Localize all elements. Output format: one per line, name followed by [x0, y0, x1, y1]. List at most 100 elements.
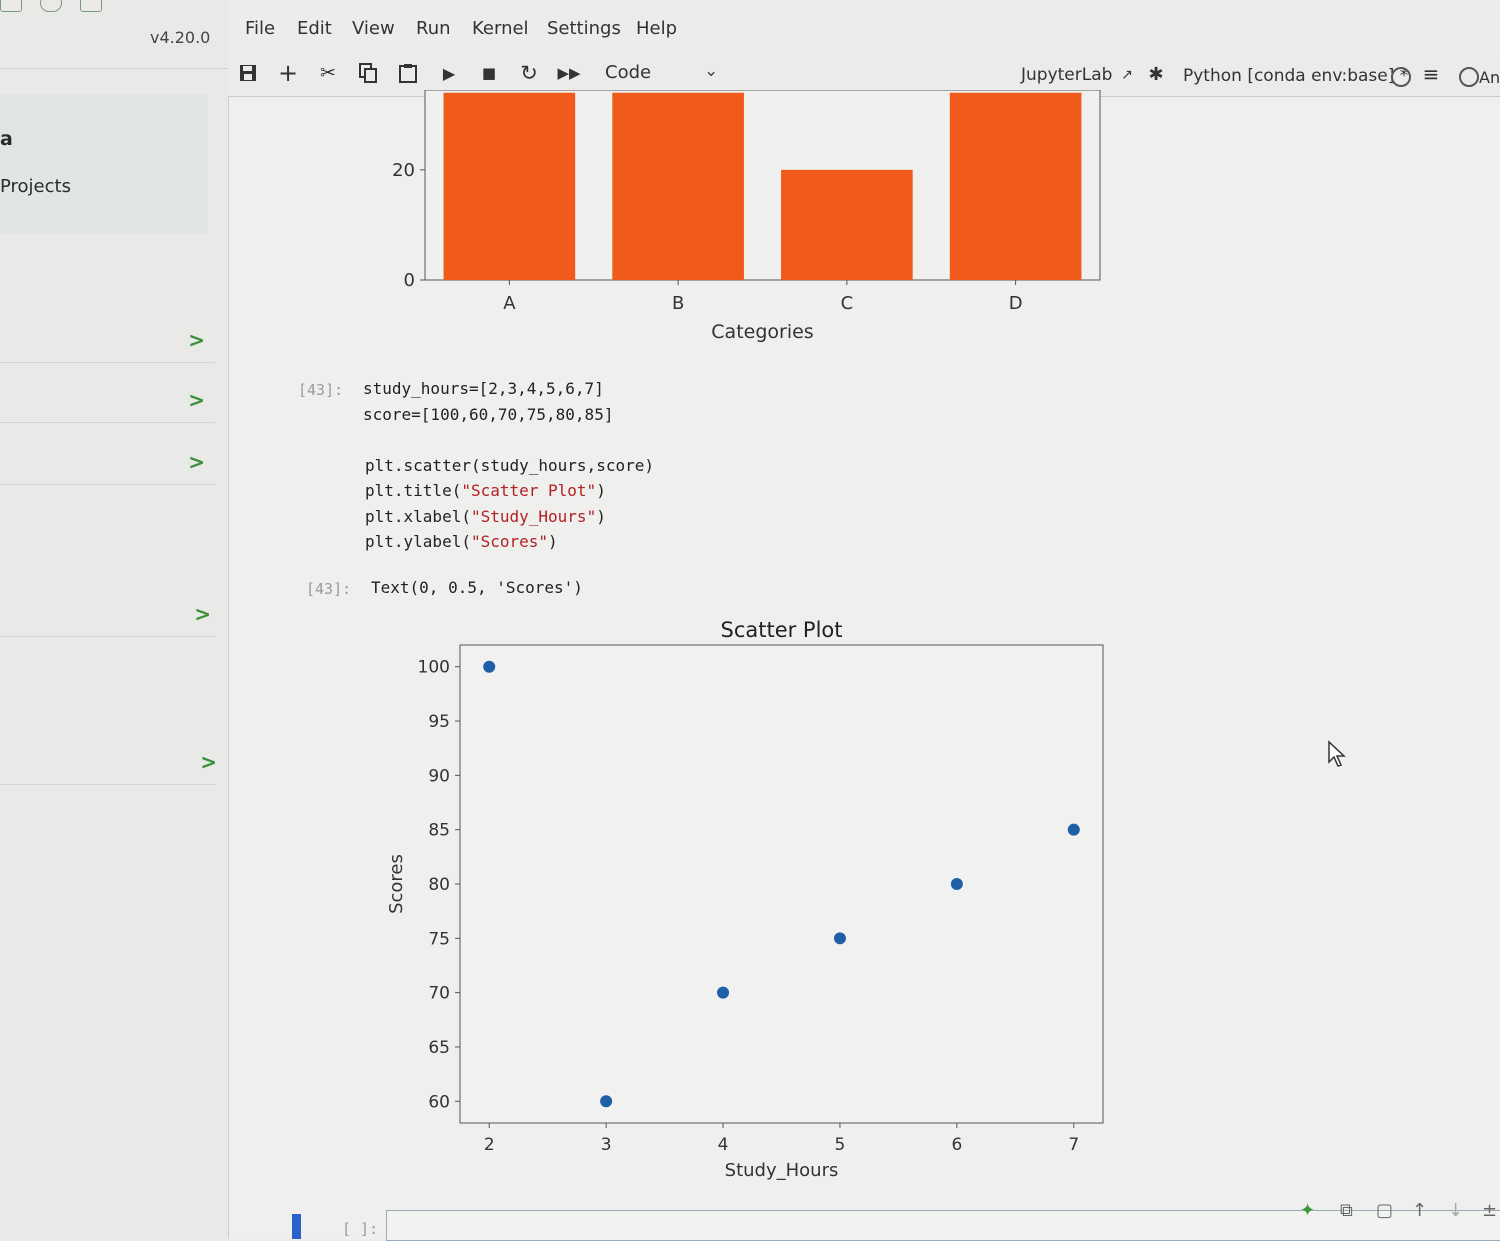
fast-forward-icon[interactable]: ▶▶	[556, 60, 582, 86]
empty-cell-prompt: [ ]:	[342, 1220, 379, 1238]
scatter-point	[950, 878, 963, 890]
stop-icon[interactable]: ■	[476, 60, 502, 86]
sidebar-section[interactable]: >	[0, 376, 215, 423]
kernel-name[interactable]: Python [conda env:base] *	[1183, 66, 1408, 86]
menu-run[interactable]: Run	[416, 18, 451, 39]
sidebar-section[interactable]: >	[0, 590, 215, 637]
bar	[781, 169, 913, 280]
y-tick-label: 0	[404, 270, 415, 291]
bar	[443, 92, 576, 280]
cell-output-text: Text(0, 0.5, 'Scores')	[371, 578, 583, 597]
home-icon[interactable]	[0, 0, 22, 12]
menu-bar: File Edit View Run Kernel Settings Help	[228, 0, 1500, 53]
code-line: score=[100,60,70,75,80,85]	[363, 405, 614, 424]
sidebar-projects[interactable]: Projects	[0, 176, 71, 197]
y-tick-label: 70	[428, 984, 450, 1004]
restart-icon[interactable]: ↻	[516, 60, 542, 86]
x-tick-label: D	[1009, 293, 1023, 314]
scatter-chart: Scatter Plot 2 3 4 5 6 7 60 65 70 75 80 85 90 95 100 Stu…	[386, 618, 1104, 1181]
bar-chart: A B C D 0 20 Categories	[392, 90, 1101, 343]
y-tick-label: 65	[428, 1038, 450, 1058]
x-tick-label: 4	[718, 1135, 729, 1155]
cut-icon[interactable]: ✂	[315, 60, 341, 86]
y-tick-label: 80	[428, 875, 450, 895]
menu-view[interactable]: View	[352, 18, 395, 39]
y-tick-label: 20	[392, 160, 415, 181]
sidebar-section[interactable]: >	[0, 316, 215, 363]
sidebar-header: v4.20.0	[0, 0, 228, 69]
x-tick-label: 5	[835, 1135, 846, 1155]
bar	[612, 92, 744, 280]
menu-file[interactable]: File	[245, 18, 275, 39]
external-link-icon[interactable]: ↗	[1114, 62, 1140, 88]
scatter-point	[1067, 823, 1080, 836]
scatter-point	[483, 660, 496, 673]
sidebar-section[interactable]: >	[0, 438, 215, 485]
chevron-right-icon[interactable]: >	[194, 602, 211, 626]
run-icon[interactable]: ▶	[436, 60, 462, 86]
chevron-right-icon[interactable]: >	[188, 450, 205, 474]
bar	[949, 92, 1082, 280]
y-tick-label: 95	[428, 712, 450, 732]
x-tick-label: 6	[951, 1135, 962, 1155]
collab-status-icon	[1459, 67, 1479, 87]
y-tick-label: 75	[428, 929, 450, 949]
paste-icon[interactable]	[395, 60, 421, 86]
y-axis-label: Scores	[386, 854, 407, 914]
save-icon[interactable]	[235, 60, 261, 86]
scatter-point	[717, 986, 730, 999]
output-prompt: [43]:	[306, 580, 352, 598]
chevron-right-icon[interactable]: >	[200, 750, 217, 774]
sidebar-section[interactable]: >	[0, 738, 217, 785]
active-cell-indicator	[292, 1214, 301, 1239]
x-axis-label: Categories	[711, 321, 813, 343]
scatter-point	[600, 1095, 613, 1108]
menu-help[interactable]: Help	[636, 18, 677, 39]
version-label: v4.20.0	[150, 28, 211, 47]
y-tick-label: 100	[418, 658, 450, 678]
cell-type-select[interactable]: Code	[605, 62, 651, 83]
code-line: study_hours=[2,3,4,5,6,7]	[363, 379, 604, 398]
menu-lines-icon[interactable]: ≡	[1418, 61, 1444, 87]
sidebar-title: a	[0, 128, 13, 150]
menu-kernel[interactable]: Kernel	[472, 18, 529, 39]
add-cell-icon[interactable]: +	[275, 59, 301, 87]
code-line: plt.scatter(study_hours,score)	[365, 456, 654, 475]
settings-icon[interactable]	[80, 0, 102, 12]
kernel-status-icon	[1391, 67, 1411, 87]
x-tick-label: A	[503, 293, 516, 314]
menu-edit[interactable]: Edit	[297, 18, 332, 39]
chart-title: Scatter Plot	[720, 618, 842, 642]
code-line: plt.xlabel("Study_Hours")	[365, 507, 606, 526]
menu-settings[interactable]: Settings	[547, 18, 621, 39]
x-tick-label: 7	[1068, 1135, 1079, 1155]
code-line: plt.ylabel("Scores")	[365, 532, 558, 551]
move-up-icon[interactable]: ↑	[1412, 1200, 1427, 1221]
chevron-right-icon[interactable]: >	[188, 388, 205, 412]
scatter-point	[833, 932, 846, 945]
y-tick-label: 85	[428, 821, 450, 841]
left-sidebar: v4.20.0 a Projects > > > > >	[0, 0, 229, 1239]
x-tick-label: C	[841, 293, 854, 314]
plot-area	[459, 644, 1104, 1124]
sparkle-icon[interactable]: ✦	[1300, 1200, 1315, 1221]
x-tick-label: 2	[484, 1135, 495, 1155]
chevron-down-icon[interactable]: ⌄	[704, 61, 718, 81]
code-line: plt.title("Scatter Plot")	[365, 481, 606, 500]
toolbar-extra-label: An	[1479, 68, 1500, 87]
bug-icon[interactable]: ✱	[1143, 61, 1169, 87]
copy-icon[interactable]	[355, 60, 381, 86]
duplicate-cell-icon[interactable]: ⧉	[1340, 1200, 1353, 1221]
cloud-icon[interactable]	[40, 0, 62, 12]
chevron-right-icon[interactable]: >	[188, 328, 205, 352]
copy-cell-icon[interactable]: ▢	[1376, 1200, 1393, 1221]
input-prompt: [43]:	[298, 381, 344, 399]
jupyterlab-link[interactable]: JupyterLab	[1021, 65, 1112, 85]
move-down-icon[interactable]: ↓	[1448, 1200, 1463, 1221]
insert-cell-icon[interactable]: ±	[1482, 1200, 1497, 1221]
sidebar-selected-item[interactable]	[0, 94, 208, 234]
empty-cell-input[interactable]	[386, 1210, 1500, 1241]
x-tick-label: 3	[601, 1135, 612, 1155]
y-tick-label: 60	[428, 1092, 450, 1112]
mouse-cursor-icon	[1328, 740, 1346, 767]
